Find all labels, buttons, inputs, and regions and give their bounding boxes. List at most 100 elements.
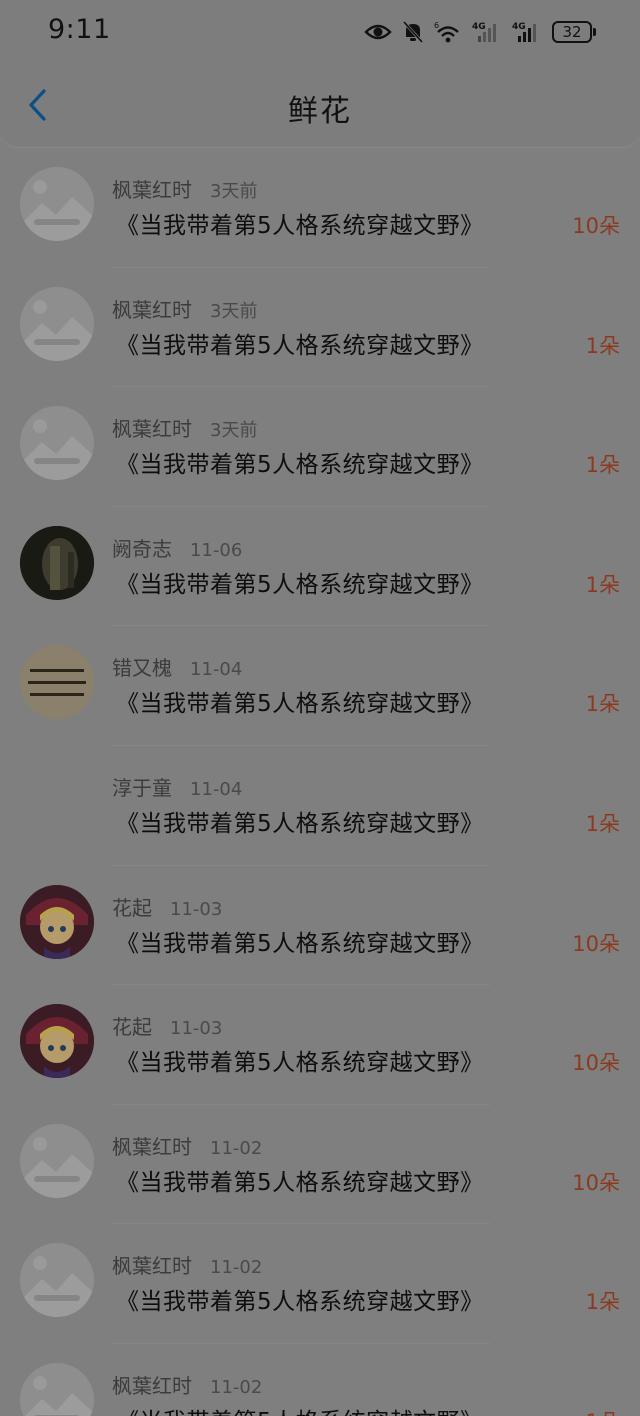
- book-title: 《当我带着第5人格系统穿越文野》: [116, 691, 484, 718]
- flower-count: 1朵: [585, 1290, 620, 1315]
- flower-count: 10朵: [572, 214, 620, 238]
- book-title: 《当我带着第5人格系统穿越文野》: [116, 1289, 484, 1316]
- page-title: 鲜花: [288, 94, 352, 129]
- avatar: [20, 765, 94, 839]
- timestamp: 11-03: [170, 898, 223, 920]
- wifi-icon: 6: [434, 20, 462, 44]
- item-meta: 阙奇志 11-06: [112, 533, 242, 562]
- user-name[interactable]: 枫葉红时: [112, 413, 192, 442]
- avatar[interactable]: [20, 1123, 94, 1198]
- list-item[interactable]: 枫葉红时 11-02 《当我带着第5人格系统穿越文野》 10朵: [0, 1105, 640, 1225]
- image-placeholder-icon: [20, 1123, 94, 1198]
- avatar[interactable]: [20, 1243, 94, 1318]
- book-title: 《当我带着第5人格系统穿越文野》: [116, 571, 484, 598]
- list-item[interactable]: 花起 11-03 《当我带着第5人格系统穿越文野》 10朵: [0, 985, 640, 1105]
- item-meta: 花起 11-03: [112, 1011, 222, 1040]
- screen: 9:11 6 4G 4G 32 鲜花 枫葉红时 3天前 《当我带着第5人格系统穿…: [0, 0, 640, 1416]
- avatar[interactable]: [20, 645, 94, 720]
- status-icons: 6 4G 4G 32: [364, 18, 596, 46]
- list-item[interactable]: 枫葉红时 3天前《当我带着第5人格系统穿越文野》 1朵: [0, 387, 640, 507]
- list-item[interactable]: 淳于童 11-04 《当我带着第5人格系统穿越文野》 1朵: [0, 746, 640, 866]
- avatar[interactable]: [20, 1362, 94, 1416]
- flower-list: 枫葉红时 3天前 《当我带着第5人格系统穿越文野》 10朵 枫葉红时 3天前 《当我带着第5…: [0, 148, 640, 1416]
- flower-count: 10朵: [572, 931, 620, 956]
- image-placeholder-icon: [20, 1362, 94, 1416]
- list-item[interactable]: 枫葉红时 3天前《当我带着第5人格系统穿越文野》 10朵: [0, 148, 640, 268]
- user-name[interactable]: 枫葉红时: [112, 1250, 192, 1279]
- image-placeholder-icon: [20, 286, 94, 361]
- user-name[interactable]: 花起: [112, 1011, 152, 1040]
- status-time: 9:11: [48, 14, 111, 45]
- item-meta: 枫葉红时 3天前: [112, 174, 257, 203]
- user-name[interactable]: 枫葉红时: [112, 174, 192, 203]
- book-title: 《当我带着第5人格系统穿越文野》: [116, 1402, 484, 1416]
- image-placeholder-icon: [20, 1243, 94, 1318]
- user-name[interactable]: 花起: [112, 892, 152, 921]
- list-item[interactable]: 枫葉红时 3天前《当我带着第5人格系统穿越文野》 1朵: [0, 268, 640, 388]
- book-title: 《当我带着第5人格系统穿越文野》: [116, 452, 484, 479]
- item-meta: 枫葉红时 3天前: [112, 294, 257, 323]
- timestamp: 3天前: [210, 420, 258, 442]
- item-meta: 枫葉红时 11-02: [112, 1250, 262, 1279]
- user-name[interactable]: 枫葉红时: [112, 1370, 192, 1399]
- signal-4g-icon: 4G: [472, 20, 502, 44]
- item-meta: 错又槐 11-04: [112, 652, 242, 681]
- list-item[interactable]: 错又槐 11-04 《当我带着第5人格系统穿越文野》 1朵: [0, 626, 640, 746]
- book-title: 《当我带着第5人格系统穿越文野》: [116, 1050, 484, 1077]
- header: 鲜花: [0, 62, 640, 148]
- flower-count: 1朵: [585, 333, 620, 358]
- avatar-photo-icon: [20, 525, 94, 600]
- avatar[interactable]: [20, 167, 94, 241]
- svg-text:6: 6: [434, 21, 439, 30]
- user-name[interactable]: 阙奇志: [112, 533, 172, 562]
- list-item[interactable]: 花起 11-03 《当我带着第5人格系统穿越文野》 10朵: [0, 866, 640, 986]
- avatar-calligraphy-icon: [20, 645, 94, 720]
- avatar-anime-icon: [20, 1004, 94, 1079]
- list-item[interactable]: 枫葉红时 11-02 《当我带着第5人格系统穿越文野》 1朵: [0, 1344, 640, 1416]
- image-placeholder-icon: [20, 406, 94, 481]
- flower-count: 1朵: [585, 453, 620, 478]
- status-bar: 9:11 6 4G 4G 32: [0, 0, 640, 62]
- mute-bell-icon: [402, 20, 424, 44]
- battery-icon: 32: [552, 21, 596, 43]
- item-meta: 枫葉红时 3天前: [112, 413, 257, 442]
- timestamp: 11-04: [190, 778, 243, 800]
- flower-count: 1朵: [585, 811, 620, 836]
- timestamp: 11-02: [210, 1257, 263, 1279]
- flower-count: 10朵: [572, 1170, 620, 1195]
- user-name[interactable]: 枫葉红时: [112, 294, 192, 323]
- avatar[interactable]: [20, 1004, 94, 1079]
- timestamp: 11-02: [210, 1376, 263, 1398]
- item-meta: 花起 11-03: [112, 892, 222, 921]
- book-title: 《当我带着第5人格系统穿越文野》: [116, 930, 484, 957]
- book-title: 《当我带着第5人格系统穿越文野》: [116, 332, 484, 359]
- avatar[interactable]: [20, 406, 94, 481]
- svg-text:4G: 4G: [472, 22, 486, 32]
- book-title: 《当我带着第5人格系统穿越文野》: [116, 810, 484, 837]
- timestamp: 11-04: [190, 659, 243, 681]
- eye-icon: [364, 22, 392, 42]
- flower-count: 1朵: [585, 692, 620, 717]
- list-item[interactable]: 阙奇志 11-06 《当我带着第5人格系统穿越文野》 1朵: [0, 507, 640, 627]
- flower-count: 1朵: [585, 572, 620, 597]
- avatar[interactable]: [20, 884, 94, 959]
- timestamp: 3天前: [210, 181, 258, 202]
- timestamp: 11-03: [170, 1018, 223, 1040]
- item-meta: 枫葉红时 11-02: [112, 1131, 262, 1160]
- avatar[interactable]: [20, 286, 94, 361]
- image-placeholder-icon: [20, 167, 94, 241]
- flower-count: 10朵: [572, 1051, 620, 1076]
- user-name[interactable]: 错又槐: [112, 652, 172, 681]
- item-meta: 枫葉红时 11-02: [112, 1370, 262, 1399]
- flower-count: 1朵: [586, 1406, 620, 1416]
- svg-text:4G: 4G: [512, 22, 526, 32]
- book-title: 《当我带着第5人格系统穿越文野》: [116, 213, 484, 239]
- book-title: 《当我带着第5人格系统穿越文野》: [116, 1169, 484, 1196]
- list-item[interactable]: 枫葉红时 11-02 《当我带着第5人格系统穿越文野》 1朵: [0, 1224, 640, 1344]
- user-name[interactable]: 淳于童: [112, 772, 172, 801]
- avatar[interactable]: [20, 525, 94, 600]
- item-meta: 淳于童 11-04: [112, 772, 242, 801]
- user-name[interactable]: 枫葉红时: [112, 1131, 192, 1160]
- timestamp: 11-06: [190, 539, 243, 561]
- timestamp: 3天前: [210, 300, 258, 322]
